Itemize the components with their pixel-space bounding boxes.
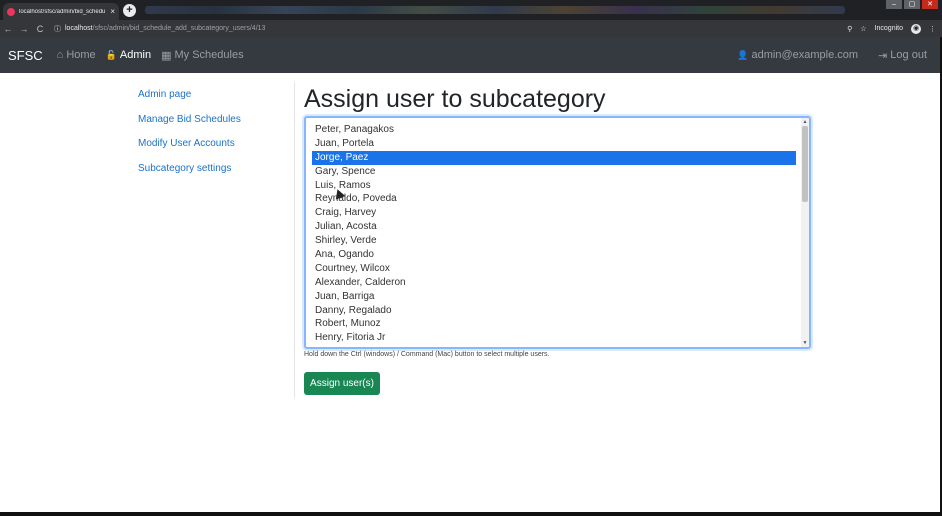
nav-admin[interactable]: 🔓 Admin — [106, 49, 151, 61]
top-navbar: SFSC ⌂ Home 🔓 Admin ▦ My Schedules 👤 adm… — [0, 37, 942, 73]
user-option[interactable]: Julian, Acosta — [312, 220, 796, 234]
url-host: localhost — [65, 25, 93, 32]
user-option[interactable]: Reynaldo, Poveda — [312, 192, 796, 206]
user-option[interactable]: Robert, Munoz — [312, 317, 796, 331]
window-controls: – ▢ ✕ — [886, 0, 938, 9]
nav-my-schedules[interactable]: ▦ My Schedules — [161, 49, 244, 62]
user-multiselect[interactable]: Peter, Panagakos Juan, Portela Jorge, Paez… — [304, 116, 811, 349]
sidebar-item-admin-page[interactable]: Admin page — [138, 89, 288, 114]
unlock-icon: 🔓 — [105, 49, 117, 60]
user-option[interactable]: Peter, Panagakos — [312, 123, 796, 137]
nav-logout-label: Log out — [890, 49, 927, 61]
browser-tab-strip: localhost/sfsc/admin/bid_schedu × + – ▢ … — [0, 0, 942, 20]
scroll-down-icon[interactable]: ▼ — [801, 339, 809, 347]
user-option[interactable]: Juan, Portela — [312, 137, 796, 151]
nav-home[interactable]: ⌂ Home — [57, 49, 96, 61]
address-bar-actions: ⚲ ☆ Incognito ◉ ⋮ — [847, 20, 936, 37]
bookmarks-strip — [145, 6, 845, 14]
forward-icon[interactable]: → — [16, 24, 32, 34]
scrollbar-thumb[interactable] — [802, 126, 808, 202]
maximize-button[interactable]: ▢ — [904, 0, 920, 9]
sidebar-item-subcategory-settings[interactable]: Subcategory settings — [138, 163, 288, 188]
admin-sidebar: Admin page Manage Bid Schedules Modify U… — [138, 89, 288, 188]
close-window-button[interactable]: ✕ — [922, 0, 938, 9]
minimize-button[interactable]: – — [886, 0, 902, 9]
assign-users-button[interactable]: Assign user(s) — [304, 372, 380, 395]
favicon-icon — [7, 7, 15, 16]
user-option[interactable]: Danny, Regalado — [312, 304, 796, 318]
user-option[interactable]: Juan, Barriga — [312, 290, 796, 304]
user-option[interactable]: Alexander, Calderon — [312, 276, 796, 290]
user-icon: 👤 — [737, 49, 749, 60]
nav-admin-label: Admin — [119, 49, 152, 61]
user-option[interactable]: Jorge, Paez — [312, 150, 796, 165]
sidebar-item-manage-bid-schedules[interactable]: Manage Bid Schedules — [138, 114, 288, 139]
user-option[interactable]: Gary, Spence — [312, 165, 796, 179]
user-options-list: Peter, Panagakos Juan, Portela Jorge, Paez… — [312, 123, 796, 345]
screen-bottom-edge — [0, 512, 942, 516]
navbar-right: 👤 admin@example.com ⇥ Log out — [737, 37, 927, 73]
url-path: /sfsc/admin/bid_schedule_add_subcategory… — [92, 25, 266, 32]
user-option[interactable]: Luis, Ramos — [312, 179, 796, 193]
nav-user-label: admin@example.com — [751, 49, 859, 61]
browser-menu-icon[interactable]: ⋮ — [929, 25, 936, 33]
listbox-scrollbar[interactable]: ▲ ▼ — [801, 118, 809, 347]
nav-user[interactable]: 👤 admin@example.com — [737, 49, 858, 61]
nav-schedules-label: My Schedules — [174, 49, 244, 61]
user-option[interactable]: Ana, Ogando — [312, 248, 796, 262]
address-bar: ← → C ⓘ localhost/sfsc/admin/bid_schedul… — [0, 20, 942, 37]
user-option[interactable]: Craig, Harvey — [312, 206, 796, 220]
help-text: Hold down the Ctrl (windows) / Command (… — [304, 351, 550, 358]
home-icon: ⌂ — [56, 49, 64, 61]
tab-title: localhost/sfsc/admin/bid_schedu — [19, 8, 106, 15]
calendar-icon: ▦ — [161, 49, 172, 62]
incognito-label: Incognito — [874, 25, 903, 32]
star-icon[interactable]: ☆ — [860, 25, 866, 33]
incognito-icon: ◉ — [911, 23, 921, 34]
user-option[interactable]: Henry, Fitoria Jr — [312, 331, 796, 345]
new-tab-button[interactable]: + — [123, 4, 136, 17]
site-info-icon[interactable]: ⓘ — [54, 24, 61, 34]
content-divider — [294, 82, 295, 398]
user-option[interactable]: Shirley, Verde — [312, 234, 796, 248]
reload-icon[interactable]: C — [32, 24, 48, 34]
zoom-icon[interactable]: ⚲ — [847, 25, 852, 33]
nav-logout[interactable]: ⇥ Log out — [878, 49, 927, 62]
tab-close-icon[interactable]: × — [110, 7, 115, 16]
user-option[interactable]: Courtney, Wilcox — [312, 262, 796, 276]
page-title: Assign user to subcategory — [304, 85, 606, 113]
nav-home-label: Home — [66, 49, 96, 61]
url-field[interactable]: ⓘ localhost/sfsc/admin/bid_schedule_add_… — [54, 24, 265, 34]
browser-tab[interactable]: localhost/sfsc/admin/bid_schedu × — [3, 3, 119, 20]
brand-link[interactable]: SFSC — [8, 48, 43, 63]
back-icon[interactable]: ← — [0, 24, 16, 34]
scroll-up-icon[interactable]: ▲ — [801, 118, 809, 126]
logout-icon: ⇥ — [878, 49, 888, 62]
sidebar-item-modify-user-accounts[interactable]: Modify User Accounts — [138, 138, 288, 163]
